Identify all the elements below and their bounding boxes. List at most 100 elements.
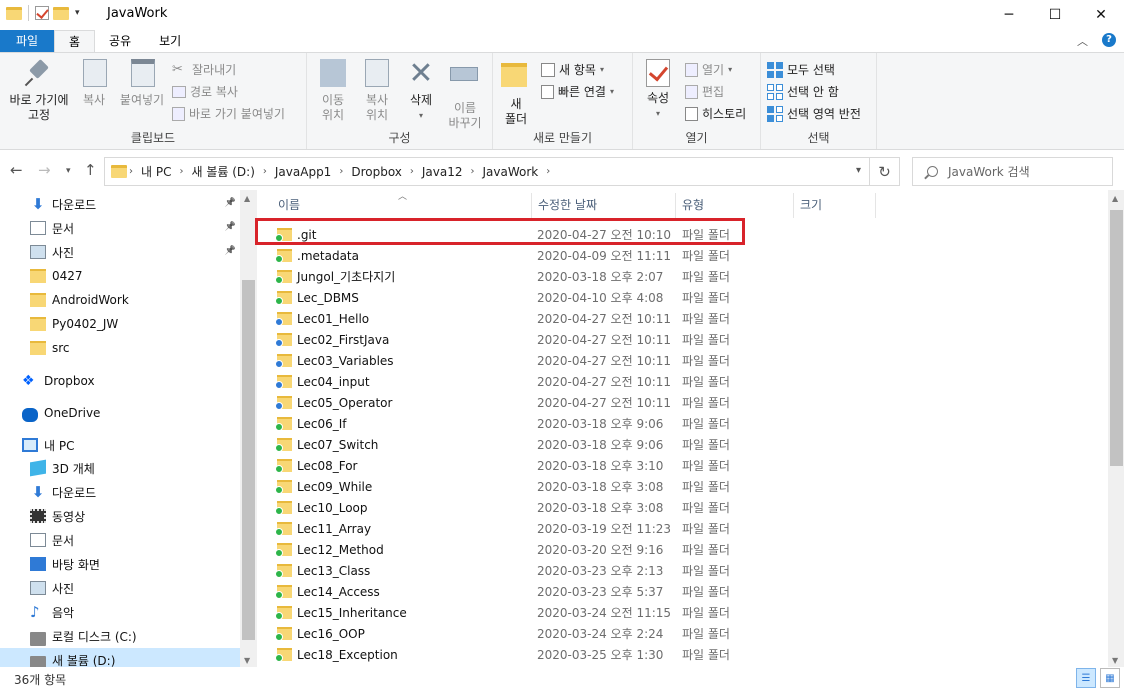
table-row[interactable]: Lec15_Inheritance 2020-03-24 오전 11:15 파일 폴… [272, 602, 742, 623]
table-row[interactable]: Lec12_Method 2020-03-20 오전 9:16 파일 폴더 [272, 539, 742, 560]
select-all-button[interactable]: 모두 선택 [767, 61, 835, 78]
cut-button[interactable]: ✂ 잘라내기 [172, 61, 236, 78]
nav-item[interactable]: ♪ 음악 [0, 600, 240, 624]
table-row[interactable]: Lec16_OOP 2020-03-24 오후 2:24 파일 폴더 [272, 623, 742, 644]
invert-selection-button[interactable]: 선택 영역 반전 [767, 105, 861, 122]
select-none-button[interactable]: 선택 안 함 [767, 83, 839, 100]
pin-quick-access-button[interactable]: 바로 가기에 고정 [4, 59, 74, 123]
nav-item[interactable]: 내 PC [0, 433, 240, 457]
tab-file[interactable]: 파일 [0, 30, 54, 52]
breadcrumb-java12[interactable]: Java12 [416, 165, 469, 179]
paste-button[interactable]: 붙여넣기 [116, 59, 168, 108]
column-date-modified[interactable]: 수정한 날짜 [532, 193, 676, 218]
details-view-button[interactable]: ☰ [1076, 668, 1096, 688]
scrollbar-thumb[interactable] [1110, 210, 1123, 466]
scroll-up-icon[interactable]: ▲ [1112, 194, 1118, 203]
nav-item[interactable]: AndroidWork [0, 288, 240, 312]
nav-item[interactable]: 바탕 화면 [0, 552, 240, 576]
table-row[interactable]: Lec02_FirstJava 2020-04-27 오전 10:11 파일 폴더 [272, 329, 742, 350]
breadcrumb-my-pc[interactable]: 내 PC [135, 163, 177, 180]
table-row[interactable]: Lec14_Access 2020-03-23 오후 5:37 파일 폴더 [272, 581, 742, 602]
paste-shortcut-button[interactable]: 바로 가기 붙여넣기 [172, 105, 285, 122]
scroll-down-icon[interactable]: ▼ [1112, 656, 1118, 665]
copy-to-button[interactable]: 복사 위치 [357, 59, 397, 123]
tab-share[interactable]: 공유 [95, 30, 145, 52]
open-button[interactable]: 열기 ▾ [685, 61, 732, 78]
column-name[interactable]: 이름 [272, 193, 532, 218]
search-box[interactable]: JavaWork 검색 [912, 157, 1113, 186]
maximize-button[interactable]: ☐ [1032, 0, 1078, 30]
nav-item[interactable]: src [0, 336, 240, 360]
move-to-button[interactable]: 이동 위치 [313, 59, 353, 123]
refresh-button[interactable]: ↻ [870, 157, 900, 186]
chevron-right-icon[interactable]: › [127, 166, 135, 177]
table-row[interactable]: .metadata 2020-04-09 오전 11:11 파일 폴더 [272, 245, 742, 266]
table-row[interactable]: Lec13_Class 2020-03-23 오후 2:13 파일 폴더 [272, 560, 742, 581]
table-row[interactable]: Lec05_Operator 2020-04-27 오전 10:11 파일 폴더 [272, 392, 742, 413]
table-row[interactable]: Lec06_If 2020-03-18 오후 9:06 파일 폴더 [272, 413, 742, 434]
nav-item[interactable]: ⬇ 다운로드 📌 [0, 192, 240, 216]
nav-item[interactable]: 0427 [0, 264, 240, 288]
table-row[interactable]: Jungol_기초다지기 2020-03-18 오후 2:07 파일 폴더 [272, 266, 742, 287]
help-icon[interactable]: ? [1102, 33, 1116, 47]
nav-item[interactable]: OneDrive [0, 401, 240, 425]
chevron-right-icon[interactable]: › [544, 166, 552, 177]
properties-icon[interactable] [35, 6, 49, 20]
recent-locations-icon[interactable]: ▾ [66, 166, 71, 176]
column-size[interactable]: 크기 [794, 193, 876, 218]
scrollbar-thumb[interactable] [242, 280, 255, 640]
large-icons-view-button[interactable]: ▦ [1100, 668, 1120, 688]
nav-item[interactable]: 문서 [0, 528, 240, 552]
table-row[interactable]: Lec_DBMS 2020-04-10 오후 4:08 파일 폴더 [272, 287, 742, 308]
scroll-up-icon[interactable]: ▲ [244, 194, 250, 203]
breadcrumb-javawork[interactable]: JavaWork [477, 165, 545, 179]
chevron-right-icon[interactable]: › [337, 166, 345, 177]
up-arrow-icon[interactable]: ↑ [84, 161, 97, 179]
table-row[interactable]: Lec18_Exception 2020-03-25 오후 1:30 파일 폴더 [272, 644, 742, 665]
nav-item[interactable]: ❖ Dropbox [0, 369, 240, 393]
breadcrumb-dropbox[interactable]: Dropbox [345, 165, 408, 179]
copy-button[interactable]: 복사 [76, 59, 112, 108]
nav-item[interactable]: 3D 개체 [0, 456, 240, 480]
table-row[interactable]: Lec04_input 2020-04-27 오전 10:11 파일 폴더 [272, 371, 742, 392]
nav-item[interactable]: 문서 📌 [0, 216, 240, 240]
table-row[interactable]: Lec10_Loop 2020-03-18 오후 3:08 파일 폴더 [272, 497, 742, 518]
delete-button[interactable]: ✕ 삭제 ▾ [403, 59, 439, 123]
new-item-button[interactable]: 새 항목 ▾ [541, 61, 604, 78]
table-row[interactable]: Lec01_Hello 2020-04-27 오전 10:11 파일 폴더 [272, 308, 742, 329]
tab-home[interactable]: 홈 [54, 30, 96, 52]
navigation-pane-scrollbar[interactable]: ▲ ▼ [240, 190, 257, 667]
minimize-button[interactable]: ─ [986, 0, 1032, 30]
column-type[interactable]: 유형 [676, 193, 794, 218]
file-list-scrollbar[interactable]: ▲ ▼ [1108, 190, 1124, 667]
properties-button[interactable]: 속성 ▾ [641, 59, 675, 121]
nav-item[interactable]: 사진 [0, 576, 240, 600]
chevron-right-icon[interactable]: › [408, 166, 416, 177]
chevron-right-icon[interactable]: › [261, 166, 269, 177]
copy-path-button[interactable]: 경로 복사 [172, 83, 238, 100]
new-folder-button[interactable]: 새 폴더 [499, 59, 533, 127]
scroll-down-icon[interactable]: ▼ [244, 656, 250, 665]
address-bar[interactable]: › 내 PC › 새 볼륨 (D:) › JavaApp1 › Dropbox … [104, 157, 870, 186]
table-row[interactable]: Lec09_While 2020-03-18 오후 3:08 파일 폴더 [272, 476, 742, 497]
nav-item[interactable]: 로컬 디스크 (C:) [0, 624, 240, 648]
nav-item[interactable]: ⬇ 다운로드 [0, 480, 240, 504]
nav-item[interactable]: Py0402_JW [0, 312, 240, 336]
table-row[interactable]: Lec03_Variables 2020-04-27 오전 10:11 파일 폴더 [272, 350, 742, 371]
breadcrumb-javaapp1[interactable]: JavaApp1 [269, 165, 337, 179]
rename-button[interactable]: 이름 바꾸기 [443, 59, 487, 131]
nav-item[interactable]: 사진 📌 [0, 240, 240, 264]
new-folder-icon[interactable] [53, 6, 69, 20]
chevron-right-icon[interactable]: › [469, 166, 477, 177]
table-row[interactable]: Lec07_Switch 2020-03-18 오후 9:06 파일 폴더 [272, 434, 742, 455]
table-row[interactable]: Lec11_Array 2020-03-19 오전 11:23 파일 폴더 [272, 518, 742, 539]
easy-access-button[interactable]: 빠른 연결 ▾ [541, 83, 614, 100]
customize-qat-icon[interactable]: ▾ [75, 8, 80, 18]
chevron-down-icon[interactable]: ▾ [856, 165, 861, 176]
tab-view[interactable]: 보기 [145, 30, 195, 52]
history-button[interactable]: 히스토리 [685, 105, 746, 122]
forward-arrow-icon[interactable]: → [38, 161, 51, 179]
table-row[interactable]: Lec08_For 2020-03-18 오후 3:10 파일 폴더 [272, 455, 742, 476]
chevron-right-icon[interactable]: › [177, 166, 185, 177]
nav-item[interactable]: 동영상 [0, 504, 240, 528]
